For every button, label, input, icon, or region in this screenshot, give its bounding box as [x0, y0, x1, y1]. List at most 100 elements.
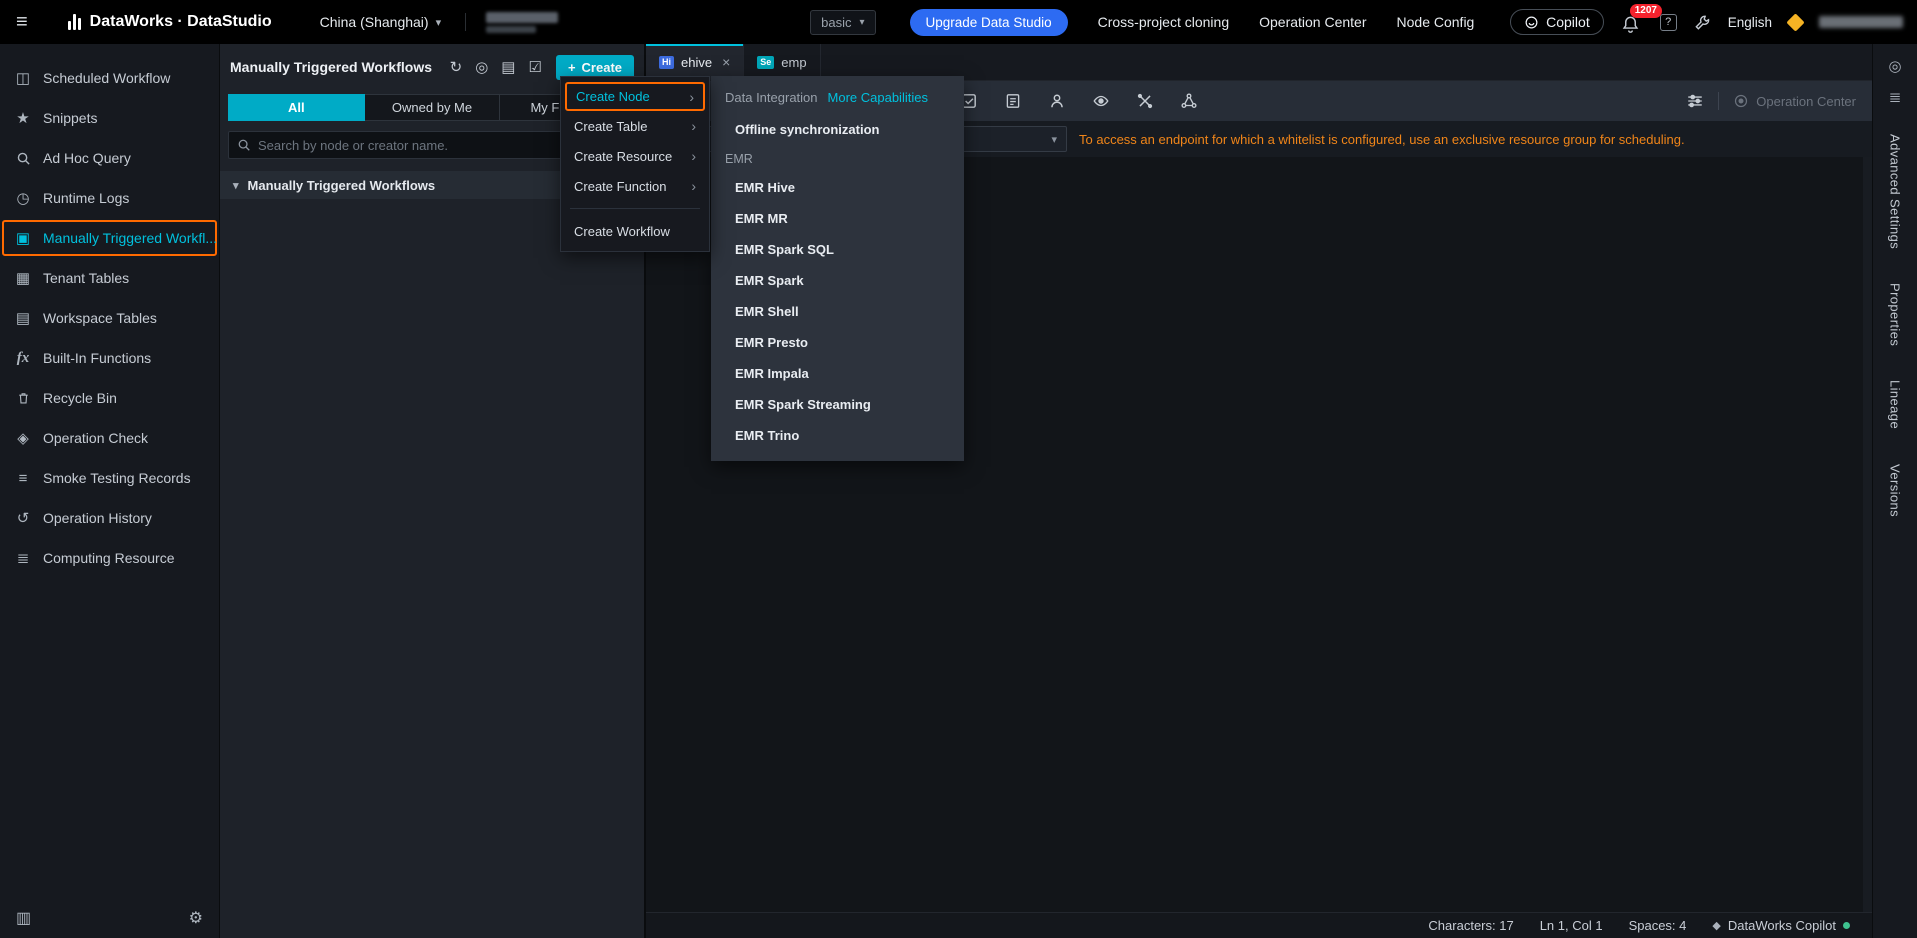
- sidebar-item-label: Scheduled Workflow: [43, 70, 170, 86]
- notifications-button[interactable]: 1207: [1621, 11, 1643, 33]
- close-icon[interactable]: ×: [722, 54, 730, 70]
- tab-advanced-settings[interactable]: Advanced Settings: [1888, 134, 1903, 249]
- tab-lineage[interactable]: Lineage: [1888, 380, 1903, 429]
- submenu-item-emr-spark-sql[interactable]: EMR Spark SQL: [711, 234, 964, 265]
- product-title: DataWorks · DataStudio: [90, 13, 272, 31]
- tab-owned-by-me[interactable]: Owned by Me: [365, 94, 501, 121]
- submenu-item-emr-trino[interactable]: EMR Trino: [711, 420, 964, 451]
- status-characters: Characters: 17: [1428, 918, 1513, 933]
- status-cursor-position[interactable]: Ln 1, Col 1: [1540, 918, 1603, 933]
- help-button[interactable]: ?: [1660, 14, 1677, 31]
- sidebar-item-computing-resource[interactable]: ≣ Computing Resource: [0, 538, 219, 578]
- submenu-item-offline-synchronization[interactable]: Offline synchronization: [711, 114, 964, 145]
- copilot-icon: [1524, 15, 1539, 30]
- operation-center-label: Operation Center: [1756, 94, 1856, 109]
- sidebar-item-runtime-logs[interactable]: ◷ Runtime Logs: [0, 178, 219, 218]
- sidebar-item-workspace-tables[interactable]: ▤ Workspace Tables: [0, 298, 219, 338]
- topbar: ≡ DataWorks · DataStudio China (Shanghai…: [0, 0, 1917, 44]
- sliders-settings-icon[interactable]: [1686, 92, 1704, 110]
- more-capabilities-link[interactable]: More Capabilities: [828, 90, 928, 105]
- checklist-icon[interactable]: ☑: [528, 58, 541, 76]
- submenu-item-emr-shell[interactable]: EMR Shell: [711, 296, 964, 327]
- status-dataworks-copilot[interactable]: ◆ DataWorks Copilot: [1712, 918, 1850, 933]
- sidebar-item-label: Snippets: [43, 110, 97, 126]
- panel-list-icon[interactable]: ≣: [1889, 88, 1902, 106]
- whitelist-warning-text: To access an endpoint for which a whitel…: [1079, 132, 1685, 147]
- tab-versions[interactable]: Versions: [1888, 464, 1903, 517]
- chevron-down-icon: ▾: [859, 17, 864, 28]
- sidebar-item-operation-check[interactable]: ◈ Operation Check: [0, 418, 219, 458]
- menu-item-create-resource[interactable]: Create Resource ›: [565, 141, 705, 171]
- submenu-item-emr-mr[interactable]: EMR MR: [711, 203, 964, 234]
- recent-clock-icon[interactable]: ◎: [1888, 57, 1901, 75]
- operation-center-button-disabled[interactable]: Operation Center: [1733, 93, 1856, 109]
- doc-search-icon[interactable]: ▤: [501, 58, 515, 76]
- editor-tab-emp[interactable]: Se emp: [744, 44, 820, 80]
- sidebar-item-label: Runtime Logs: [43, 190, 129, 206]
- lineage-graph-icon[interactable]: [1180, 92, 1198, 110]
- submenu-item-emr-impala[interactable]: EMR Impala: [711, 358, 964, 389]
- editor-scrollbar[interactable]: [1863, 157, 1872, 912]
- sidebar-item-ad-hoc-query[interactable]: Ad Hoc Query: [0, 138, 219, 178]
- copilot-button[interactable]: Copilot: [1510, 9, 1604, 35]
- eye-preview-icon[interactable]: [1092, 92, 1110, 110]
- group-label: Data Integration: [725, 90, 818, 105]
- status-spaces[interactable]: Spaces: 4: [1629, 918, 1687, 933]
- node-type-badge: Se: [757, 56, 774, 69]
- editor-tab-ehive[interactable]: Hi ehive ×: [646, 44, 744, 80]
- table-icon: ▦: [14, 269, 32, 287]
- submenu-item-emr-spark-streaming[interactable]: EMR Spark Streaming: [711, 389, 964, 420]
- sidebar-item-tenant-tables[interactable]: ▦ Tenant Tables: [0, 258, 219, 298]
- gear-icon[interactable]: ⚙: [189, 908, 203, 928]
- clock-icon: ◷: [14, 189, 32, 207]
- env-selector[interactable]: basic ▾: [810, 10, 875, 35]
- refresh-icon[interactable]: ↻: [450, 58, 463, 76]
- sidebar-item-recycle-bin[interactable]: Recycle Bin: [0, 378, 219, 418]
- tab-properties[interactable]: Properties: [1888, 283, 1903, 346]
- submenu-item-emr-presto[interactable]: EMR Presto: [711, 327, 964, 358]
- region-selector[interactable]: China (Shanghai) ▾: [320, 14, 442, 30]
- menu-item-label: Create Table: [574, 119, 647, 134]
- language-selector[interactable]: English: [1728, 15, 1772, 30]
- section-header-label: Manually Triggered Workflows: [248, 178, 436, 193]
- submenu-item-emr-spark[interactable]: EMR Spark: [711, 265, 964, 296]
- sidebar-item-operation-history[interactable]: ↺ Operation History: [0, 498, 219, 538]
- sidebar-item-label: Operation Check: [43, 430, 148, 446]
- sidebar-item-snippets[interactable]: ★ Snippets: [0, 98, 219, 138]
- hamburger-menu-icon[interactable]: ≡: [16, 11, 28, 34]
- sidebar-item-smoke-testing-records[interactable]: ≡ Smoke Testing Records: [0, 458, 219, 498]
- locate-icon[interactable]: ◎: [475, 58, 488, 76]
- menu-item-create-table[interactable]: Create Table ›: [565, 111, 705, 141]
- dataworks-logo-icon: [68, 14, 81, 30]
- tools-icon[interactable]: [1136, 92, 1154, 110]
- operation-center-icon: [1733, 93, 1749, 109]
- sidebar-item-built-in-functions[interactable]: fx Built-In Functions: [0, 338, 219, 378]
- rewards-coin-icon[interactable]: [1786, 13, 1804, 31]
- upgrade-data-studio-button[interactable]: Upgrade Data Studio: [910, 9, 1068, 36]
- grid-panel-icon[interactable]: ▥: [16, 908, 31, 928]
- create-node-submenu: Data Integration More Capabilities Offli…: [711, 76, 964, 461]
- menu-item-create-node[interactable]: Create Node ›: [565, 82, 705, 111]
- wrench-settings-button[interactable]: [1694, 14, 1711, 31]
- menu-item-create-function[interactable]: Create Function ›: [565, 171, 705, 201]
- create-button-label: Create: [582, 60, 622, 75]
- briefcase-icon: ▣: [14, 229, 32, 247]
- redacted-workspace-name: [486, 12, 558, 33]
- sidebar-item-label: Recycle Bin: [43, 390, 117, 406]
- app-logo[interactable]: DataWorks · DataStudio: [68, 13, 272, 31]
- tab-all[interactable]: All: [228, 94, 365, 121]
- sidebar-item-label: Operation History: [43, 510, 152, 526]
- submenu-item-emr-hive[interactable]: EMR Hive: [711, 172, 964, 203]
- document-list-icon[interactable]: [1004, 92, 1022, 110]
- menu-cross-project-cloning[interactable]: Cross-project cloning: [1098, 14, 1230, 30]
- sidebar-item-manually-triggered-workflows[interactable]: ▣ Manually Triggered Workfl...: [2, 220, 217, 256]
- menu-operation-center[interactable]: Operation Center: [1259, 14, 1366, 30]
- sidebar-item-scheduled-workflow[interactable]: ◫ Scheduled Workflow: [0, 58, 219, 98]
- menu-item-create-workflow[interactable]: Create Workflow: [565, 216, 705, 246]
- person-icon[interactable]: [1048, 92, 1066, 110]
- submenu-arrow-icon: ›: [691, 148, 696, 164]
- editor-statusbar: Characters: 17 Ln 1, Col 1 Spaces: 4 ◆ D…: [646, 912, 1872, 938]
- menu-node-config[interactable]: Node Config: [1397, 14, 1475, 30]
- menu-item-label: Create Function: [574, 179, 667, 194]
- copilot-status-label: DataWorks Copilot: [1728, 918, 1836, 933]
